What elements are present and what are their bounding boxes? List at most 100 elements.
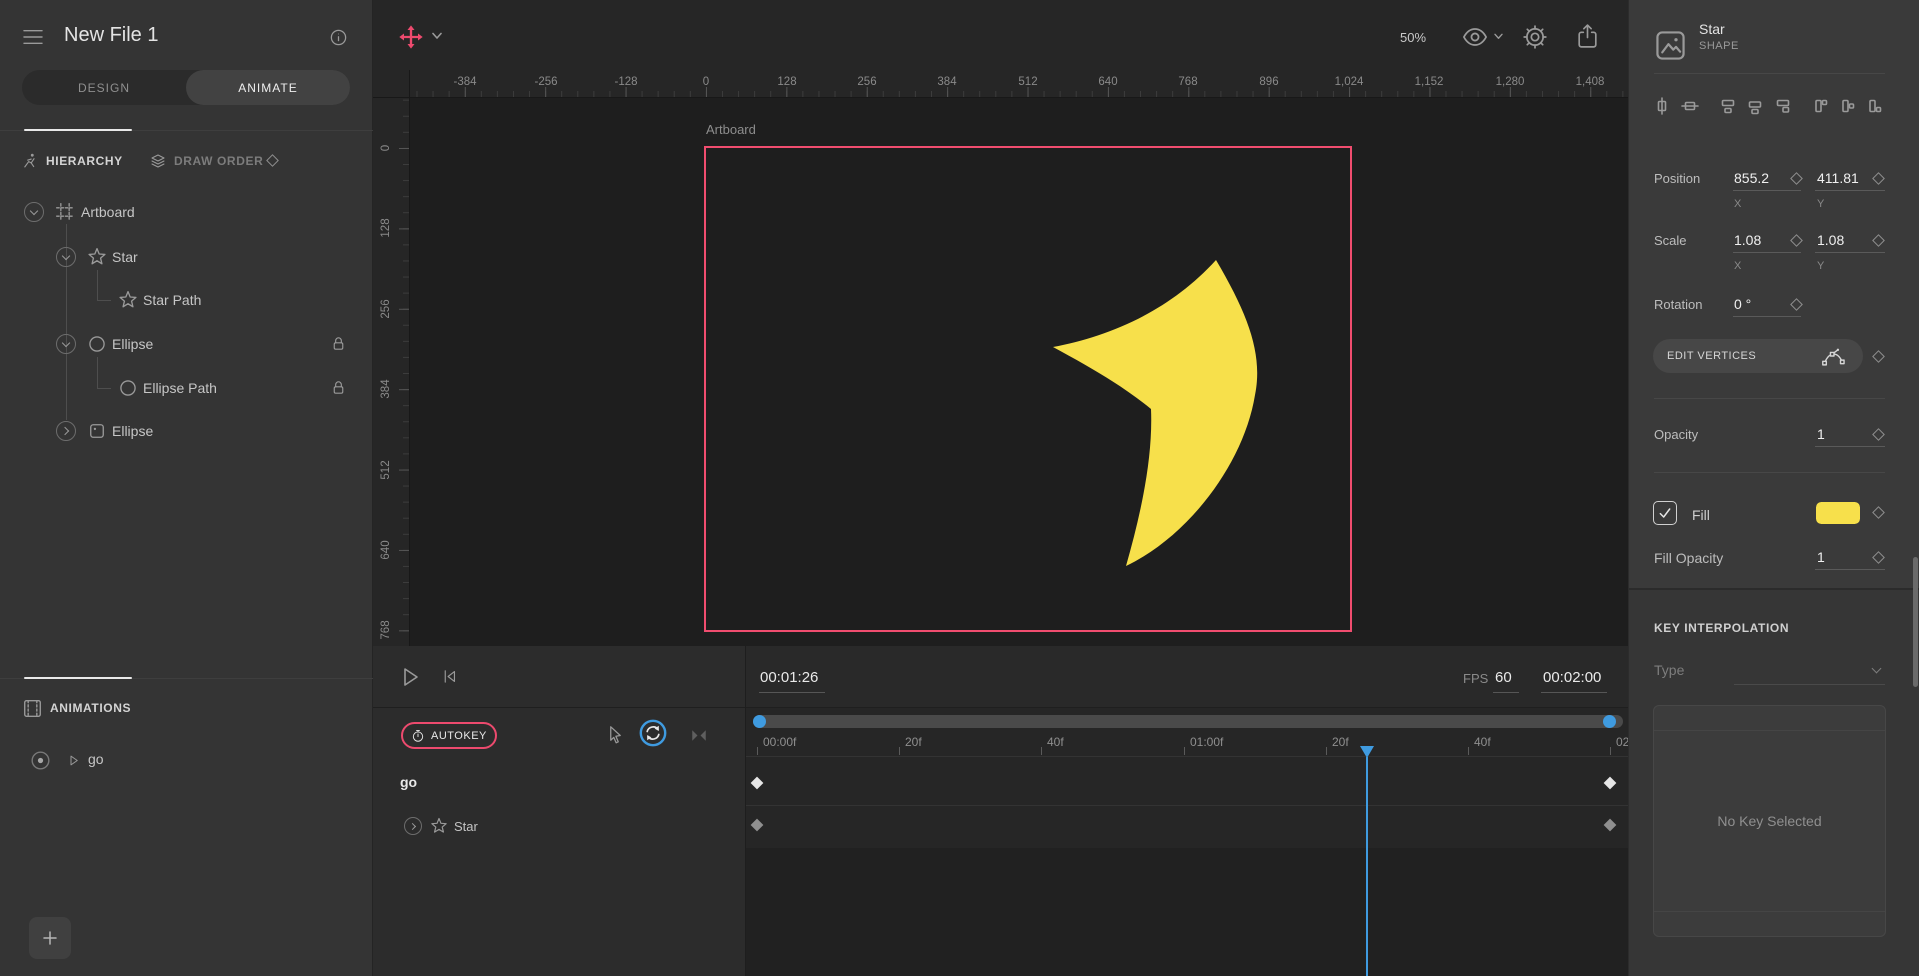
ruler-tick-label: 512: [380, 460, 392, 479]
keyframe-diamond-icon[interactable]: [1872, 172, 1885, 185]
play-icon[interactable]: [66, 753, 81, 768]
artboard-label[interactable]: Artboard: [706, 122, 756, 137]
star-shape[interactable]: [706, 148, 1350, 630]
timeline-column-divider[interactable]: [745, 646, 746, 976]
canvas-viewport[interactable]: Artboard: [410, 98, 1628, 646]
chevron-down-icon[interactable]: [432, 32, 442, 40]
fill-checkbox[interactable]: [1653, 501, 1677, 525]
mode-tabs: DESIGN ANIMATE: [22, 70, 350, 105]
opacity-value[interactable]: 1: [1817, 426, 1825, 442]
range-start-handle[interactable]: [753, 715, 766, 728]
tree-row-star[interactable]: Star: [0, 240, 373, 274]
fps-value[interactable]: 60: [1495, 669, 1512, 686]
align-center-icon[interactable]: [1838, 97, 1856, 115]
tree-row-ellipse[interactable]: Ellipse: [0, 327, 373, 361]
opacity-label: Opacity: [1654, 427, 1698, 442]
move-tool-icon[interactable]: [397, 23, 425, 51]
share-icon[interactable]: [1575, 23, 1600, 50]
align-left-icon[interactable]: [1811, 97, 1829, 115]
inspector-scrollbar[interactable]: [1913, 557, 1918, 687]
tree-row-ellipse-2[interactable]: Ellipse: [0, 414, 373, 448]
chevron-down-icon[interactable]: [56, 334, 76, 354]
add-button[interactable]: [29, 917, 71, 959]
draw-order-header[interactable]: DRAW ORDER: [174, 154, 263, 168]
align-v-center-icon[interactable]: [1681, 97, 1699, 115]
position-x-value[interactable]: 855.2: [1734, 170, 1769, 186]
keyframe-diamond-icon[interactable]: [751, 819, 764, 832]
keyframe-diamond-icon[interactable]: [751, 777, 764, 790]
play-button[interactable]: [398, 664, 422, 690]
chevron-down-icon[interactable]: [56, 247, 76, 267]
record-icon[interactable]: [30, 750, 51, 771]
keyframe-diamond-icon[interactable]: [1872, 551, 1885, 564]
zoom-level[interactable]: 50%: [1400, 30, 1426, 45]
keyframe-diamond-icon[interactable]: [1790, 234, 1803, 247]
info-icon[interactable]: [329, 28, 348, 47]
menu-icon[interactable]: [22, 28, 44, 46]
eye-icon[interactable]: [1461, 27, 1489, 47]
chevron-right-icon[interactable]: [404, 817, 422, 835]
align-top-icon[interactable]: [1719, 97, 1737, 115]
ruler-tick-label: 0: [703, 76, 709, 88]
lock-icon[interactable]: [330, 379, 347, 396]
keyframe-diamond-icon[interactable]: [1872, 350, 1885, 363]
align-h-center-icon[interactable]: [1653, 97, 1671, 115]
align-bottom-icon[interactable]: [1774, 97, 1792, 115]
fill-opacity-value[interactable]: 1: [1817, 549, 1825, 565]
artboard[interactable]: [704, 146, 1352, 632]
hierarchy-icon: [22, 152, 39, 169]
scale-y-value[interactable]: 1.08: [1817, 232, 1844, 248]
diamond-icon[interactable]: [266, 154, 279, 167]
current-time[interactable]: 00:01:26: [760, 669, 818, 686]
rotation-value[interactable]: 0 °: [1734, 296, 1751, 312]
tab-animate[interactable]: ANIMATE: [186, 70, 350, 105]
gear-icon[interactable]: [1522, 24, 1548, 50]
range-end-handle[interactable]: [1603, 715, 1616, 728]
underline: [1815, 446, 1885, 447]
scale-label: Scale: [1654, 233, 1687, 248]
star-shape-path[interactable]: [1053, 260, 1257, 566]
selection-title: Star: [1699, 21, 1725, 37]
row-separator: [746, 805, 1628, 806]
timeline-track-star[interactable]: Star: [373, 805, 745, 848]
keyframe-diamond-icon[interactable]: [1604, 819, 1617, 832]
skip-to-start-button[interactable]: [441, 668, 458, 685]
autokey-toggle[interactable]: AUTOKEY: [401, 722, 497, 749]
keyframe-diamond-icon[interactable]: [1790, 298, 1803, 311]
chevron-down-icon[interactable]: [1494, 33, 1503, 40]
keyframe-diamond-icon[interactable]: [1872, 234, 1885, 247]
scale-x-value[interactable]: 1.08: [1734, 232, 1761, 248]
keyframe-diamond-icon[interactable]: [1604, 777, 1617, 790]
align-right-icon[interactable]: [1865, 97, 1883, 115]
fit-keys-icon[interactable]: [690, 728, 708, 743]
animation-item-go[interactable]: go: [0, 745, 373, 777]
tree-row-star-path[interactable]: Star Path: [0, 283, 373, 317]
loop-toggle-icon[interactable]: [639, 719, 667, 747]
frame-label: 02: [1616, 735, 1628, 749]
lock-icon[interactable]: [330, 335, 347, 352]
keyframe-diamond-icon[interactable]: [1872, 506, 1885, 519]
keyframe-diamond-icon[interactable]: [1872, 428, 1885, 441]
timeline-empty-area[interactable]: [746, 848, 1628, 976]
panel-divider-grip[interactable]: [24, 129, 132, 131]
cursor-icon[interactable]: [606, 725, 625, 746]
hierarchy-header[interactable]: HIERARCHY: [46, 154, 123, 168]
tree-row-artboard[interactable]: Artboard: [0, 195, 373, 229]
chevron-right-icon[interactable]: [56, 421, 76, 441]
fill-color-swatch[interactable]: [1816, 502, 1860, 524]
ruler-tick-label: 768: [380, 620, 392, 639]
star-icon: [430, 817, 448, 835]
align-middle-icon[interactable]: [1746, 97, 1764, 115]
timeline-group-label[interactable]: go: [400, 774, 417, 790]
keyframe-diamond-icon[interactable]: [1790, 172, 1803, 185]
edit-vertices-button[interactable]: EDIT VERTICES: [1653, 339, 1863, 373]
playhead-line[interactable]: [1366, 757, 1368, 976]
tab-design[interactable]: DESIGN: [22, 70, 186, 105]
animations-header[interactable]: ANIMATIONS: [50, 701, 131, 715]
position-y-value[interactable]: 411.81: [1817, 170, 1859, 186]
timeline-range-bar[interactable]: [753, 715, 1623, 728]
chevron-down-icon[interactable]: [24, 202, 44, 222]
panel-divider-grip[interactable]: [24, 677, 132, 679]
duration[interactable]: 00:02:00: [1543, 669, 1601, 686]
tree-row-ellipse-path[interactable]: Ellipse Path: [0, 371, 373, 405]
